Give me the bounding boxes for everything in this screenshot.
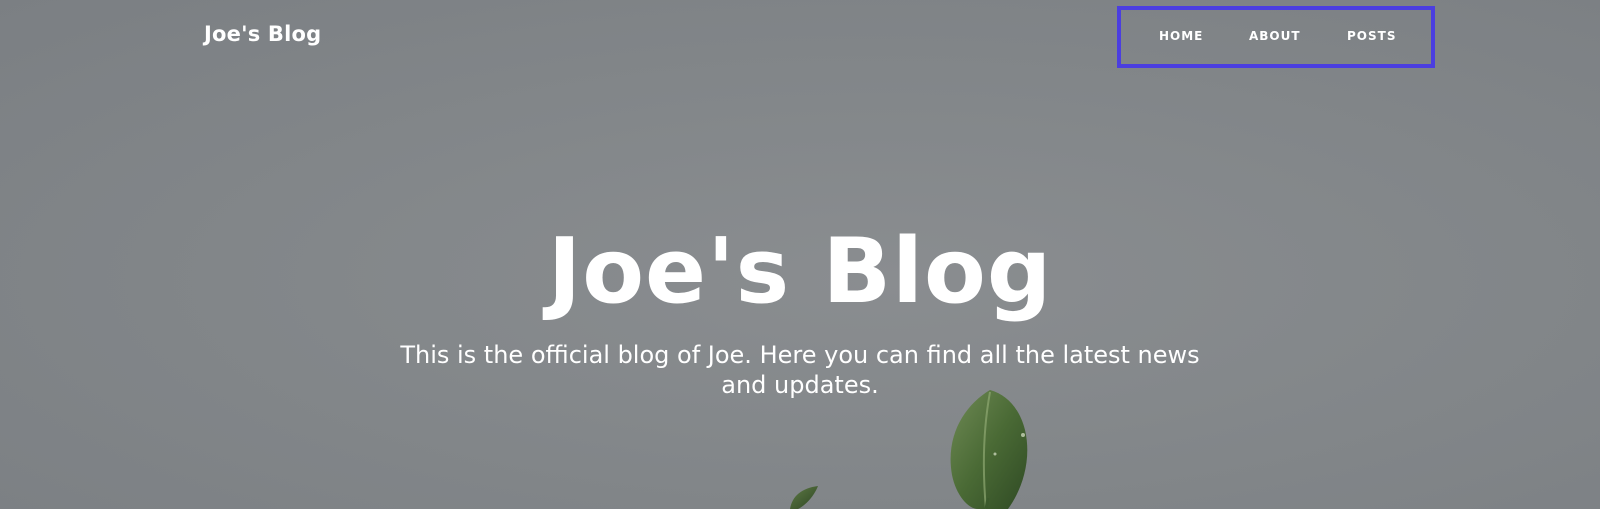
- top-navbar: Joe's Blog HOME ABOUT POSTS: [0, 0, 1600, 76]
- nav-link-home[interactable]: HOME: [1159, 29, 1203, 43]
- brand-logo-link[interactable]: Joe's Blog: [204, 22, 321, 46]
- hero-title: Joe's Blog: [547, 219, 1053, 324]
- nav-links: HOME ABOUT POSTS: [1117, 6, 1435, 68]
- nav-link-about[interactable]: ABOUT: [1249, 29, 1301, 43]
- hero-section: Joe's Blog HOME ABOUT POSTS Joe's Blog T…: [0, 0, 1600, 509]
- nav-link-posts[interactable]: POSTS: [1347, 29, 1396, 43]
- hero-subtitle: This is the official blog of Joe. Here y…: [400, 341, 1200, 399]
